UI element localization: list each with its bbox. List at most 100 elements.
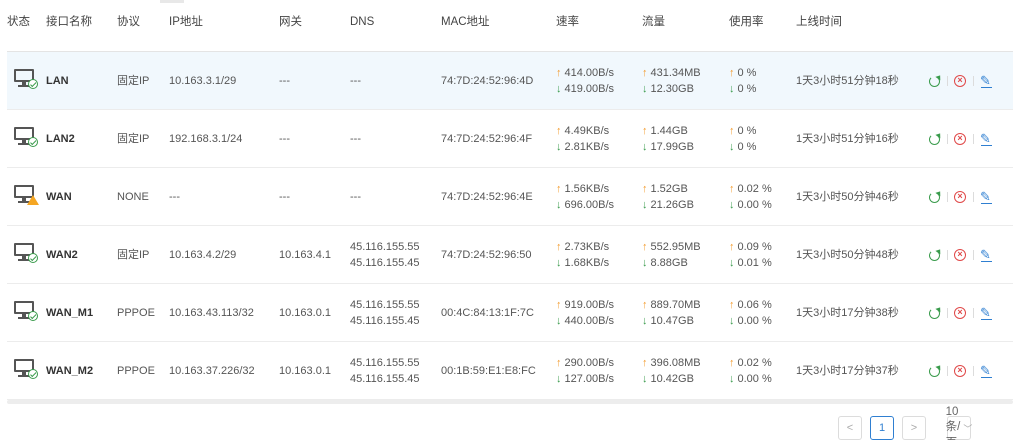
- usage-down: 0.00 %: [729, 371, 796, 387]
- mac-cell: 74:7D:24:52:96:4D: [441, 74, 534, 87]
- table-row[interactable]: WAN_M1 PPPOE 10.163.43.113/32 10.163.0.1 45.…: [7, 284, 1013, 342]
- usage-cell: 0 %0 %: [729, 65, 796, 97]
- ip-cell: 10.163.4.2/29: [169, 248, 237, 261]
- monitor-icon: [13, 66, 39, 90]
- online-time-cell: 1天3小时51分钟16秒: [796, 132, 899, 145]
- usage-down: 0 %: [729, 139, 796, 155]
- rate-up: 414.00B/s: [556, 65, 642, 81]
- pagination: < 1 > 10 条/页 ﹀: [838, 406, 973, 440]
- traffic-up: 431.34MB: [642, 65, 729, 81]
- header-online: 上线时间: [796, 16, 842, 28]
- monitor-icon: [13, 182, 39, 206]
- divider: [947, 249, 948, 260]
- edit-icon[interactable]: ✎: [980, 248, 994, 262]
- interface-name: WAN2: [46, 248, 78, 261]
- rate-up: 919.00B/s: [556, 297, 642, 313]
- mac-cell: 74:7D:24:52:96:50: [441, 248, 532, 261]
- refresh-icon[interactable]: [929, 307, 940, 319]
- online-time-cell: 1天3小时50分钟46秒: [796, 190, 899, 203]
- rate-cell: 1.56KB/s696.00B/s: [556, 181, 642, 213]
- delete-icon[interactable]: ×: [954, 306, 966, 319]
- prev-page-button[interactable]: <: [838, 416, 862, 440]
- refresh-icon[interactable]: [929, 249, 940, 261]
- refresh-icon[interactable]: [929, 75, 940, 87]
- page-size-value: 10 条/页: [945, 406, 961, 440]
- dns-primary: 45.116.155.55: [350, 356, 420, 369]
- table-row[interactable]: WAN2 固定IP 10.163.4.2/29 10.163.4.1 45.116.15…: [7, 226, 1013, 284]
- divider: [947, 191, 948, 202]
- table-row[interactable]: LAN2 固定IP 192.168.3.1/24 --- --- 74:7D:24:52:…: [7, 110, 1013, 168]
- interface-name: WAN_M1: [46, 306, 94, 319]
- usage-up: 0 %: [729, 65, 796, 81]
- traffic-up: 552.95MB: [642, 239, 729, 255]
- dns-cell: ---: [350, 189, 441, 205]
- delete-icon[interactable]: ×: [954, 190, 966, 203]
- divider: [947, 75, 948, 86]
- ip-cell: 10.163.3.1/29: [169, 74, 237, 87]
- refresh-icon[interactable]: [929, 133, 940, 145]
- dns-primary: ---: [350, 190, 361, 203]
- divider: [973, 307, 974, 318]
- delete-icon[interactable]: ×: [954, 74, 966, 87]
- status-cell: [7, 356, 46, 385]
- usage-cell: 0.02 %0.00 %: [729, 181, 796, 213]
- divider: [947, 133, 948, 144]
- table-row[interactable]: WAN_M2 PPPOE 10.163.37.226/32 10.163.0.1 45.…: [7, 342, 1013, 400]
- interface-name: WAN_M2: [46, 364, 94, 377]
- interface-name: LAN: [46, 74, 69, 87]
- rate-down: 696.00B/s: [556, 197, 642, 213]
- gateway-cell: 10.163.0.1: [279, 364, 331, 377]
- edit-icon[interactable]: ✎: [980, 74, 994, 88]
- divider: [947, 307, 948, 318]
- edit-icon[interactable]: ✎: [980, 132, 994, 146]
- page-size-select[interactable]: 10 条/页 ﹀: [946, 406, 973, 440]
- delete-icon[interactable]: ×: [954, 364, 966, 377]
- delete-icon[interactable]: ×: [954, 132, 966, 145]
- status-cell: [7, 298, 46, 327]
- header-name: 接口名称: [46, 16, 92, 28]
- dns-primary: 45.116.155.55: [350, 298, 420, 311]
- edit-icon[interactable]: ✎: [980, 364, 994, 378]
- usage-up: 0.02 %: [729, 355, 796, 371]
- rate-up: 1.56KB/s: [556, 181, 642, 197]
- chevron-down-icon: ﹀: [963, 423, 973, 434]
- header-protocol: 协议: [117, 16, 140, 28]
- traffic-up: 1.44GB: [642, 123, 729, 139]
- header-dns: DNS: [350, 16, 375, 28]
- divider: [973, 365, 974, 376]
- edit-icon[interactable]: ✎: [980, 190, 994, 204]
- protocol-cell: 固定IP: [117, 74, 150, 87]
- table-row[interactable]: LAN 固定IP 10.163.3.1/29 --- --- 74:7D:24:52:96…: [7, 52, 1013, 110]
- protocol-cell: 固定IP: [117, 248, 150, 261]
- refresh-icon[interactable]: [929, 191, 940, 203]
- online-time-cell: 1天3小时17分钟38秒: [796, 306, 899, 319]
- usage-up: 0.09 %: [729, 239, 796, 255]
- traffic-down: 12.30GB: [642, 81, 729, 97]
- operations-cell: × ✎: [929, 306, 1009, 320]
- usage-cell: 0 %0 %: [729, 123, 796, 155]
- page-1-button[interactable]: 1: [870, 416, 894, 440]
- rate-down: 2.81KB/s: [556, 139, 642, 155]
- rate-up: 2.73KB/s: [556, 239, 642, 255]
- dns-cell: 45.116.155.55 45.116.155.45: [350, 239, 441, 271]
- header-gateway: 网关: [279, 16, 302, 28]
- online-time-cell: 1天3小时51分钟18秒: [796, 74, 899, 87]
- dns-secondary: 45.116.155.45: [350, 372, 420, 385]
- divider: [973, 249, 974, 260]
- divider: [947, 365, 948, 376]
- traffic-up: 889.70MB: [642, 297, 729, 313]
- ip-cell: ---: [169, 190, 180, 203]
- edit-icon[interactable]: ✎: [980, 306, 994, 320]
- table-header: 状态 接口名称 协议 IP地址 网关 DNS MAC地址 速率 流量 使用率 上…: [7, 0, 1013, 52]
- delete-icon[interactable]: ×: [954, 248, 966, 261]
- rate-up: 4.49KB/s: [556, 123, 642, 139]
- horizontal-scrollbar[interactable]: [7, 400, 1013, 404]
- table-row[interactable]: WAN NONE --- --- --- 74:7D:24:52:96:4E 1.56KB/…: [7, 168, 1013, 226]
- rate-down: 419.00B/s: [556, 81, 642, 97]
- traffic-up: 396.08MB: [642, 355, 729, 371]
- status-cell: [7, 182, 46, 211]
- protocol-cell: 固定IP: [117, 132, 150, 145]
- next-page-button[interactable]: >: [902, 416, 926, 440]
- refresh-icon[interactable]: [929, 365, 940, 377]
- ip-cell: 10.163.43.113/32: [169, 306, 254, 319]
